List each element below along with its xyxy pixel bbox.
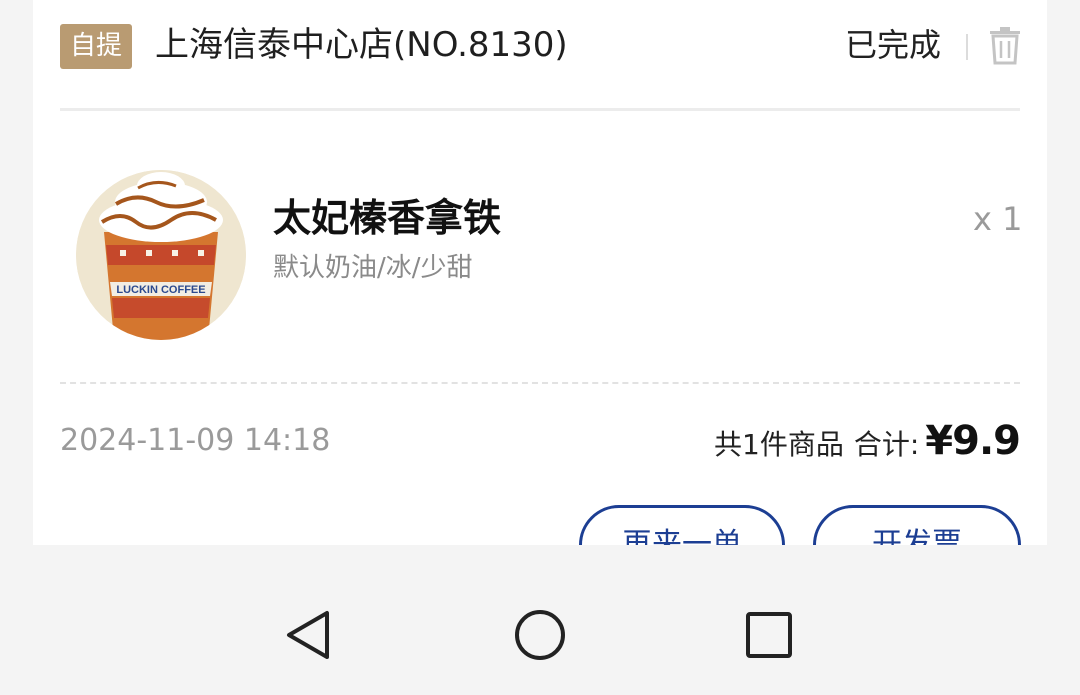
- product-name: 太妃榛香拿铁: [273, 196, 502, 240]
- nav-recents-button[interactable]: [739, 605, 799, 665]
- delete-order-button[interactable]: [988, 25, 1022, 65]
- order-summary: 共1件商品 合计: ¥9.9: [714, 418, 1021, 464]
- product-spec: 默认奶油/冰/少甜: [273, 253, 473, 283]
- nav-back-button[interactable]: [279, 605, 339, 665]
- store-name: 上海信泰中心店(NO.8130): [155, 25, 568, 65]
- item-divider: [60, 382, 1020, 384]
- order-time: 2024-11-09 14:18: [60, 423, 331, 458]
- invoice-button[interactable]: 开发票: [813, 505, 1021, 545]
- total-label: 合计:: [853, 428, 920, 461]
- svg-text:LUCKIN COFFEE: LUCKIN COFFEE: [116, 284, 205, 296]
- recents-square-icon: [746, 612, 792, 658]
- product-quantity: x 1: [973, 200, 1023, 238]
- header-separator: [966, 34, 968, 60]
- total-amount: ¥9.9: [925, 418, 1021, 464]
- product-image[interactable]: LUCKIN COFFEE: [76, 170, 246, 340]
- order-status: 已完成: [845, 26, 942, 64]
- header-divider: [60, 108, 1020, 111]
- reorder-button[interactable]: 再来一单: [579, 505, 785, 545]
- trash-icon: [990, 27, 1020, 65]
- system-nav-bar: [0, 575, 1080, 695]
- item-count: 共1件商品: [714, 428, 844, 461]
- nav-home-button[interactable]: [510, 605, 570, 665]
- pickup-badge: 自提: [60, 24, 132, 69]
- back-triangle-icon: [287, 611, 329, 659]
- order-header: 自提 上海信泰中心店(NO.8130) 已完成: [60, 0, 1020, 110]
- order-card[interactable]: 自提 上海信泰中心店(NO.8130) 已完成 LUCKIN COFFEE 太妃…: [33, 0, 1047, 545]
- home-circle-icon: [515, 610, 565, 660]
- latte-cup-image: LUCKIN COFFEE: [76, 170, 246, 340]
